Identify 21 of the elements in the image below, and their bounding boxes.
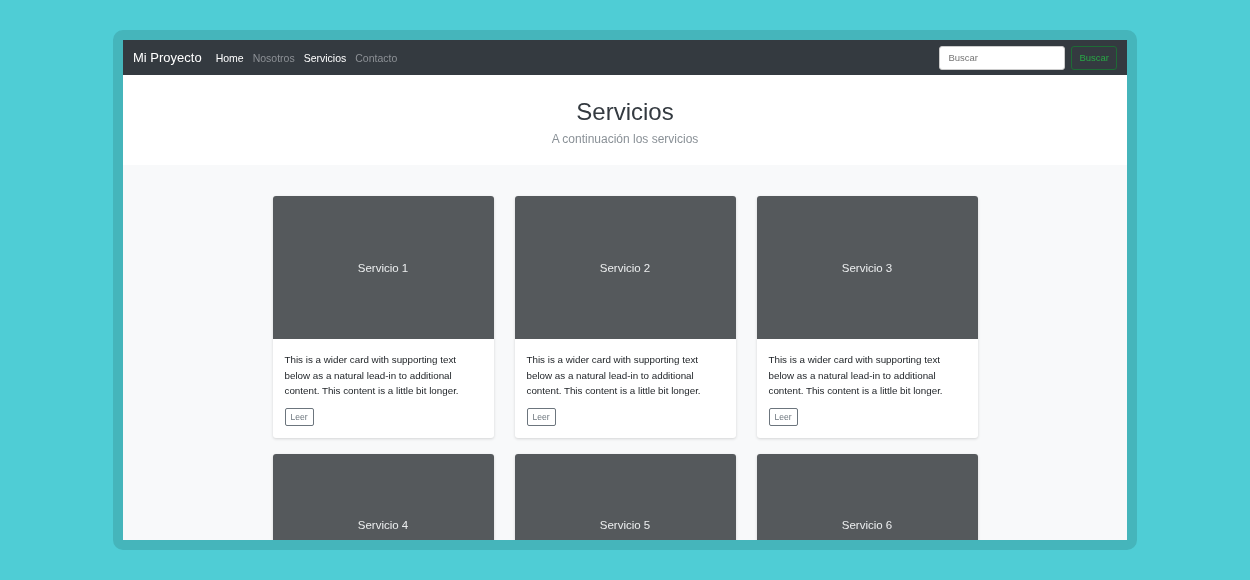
search-field[interactable]: Buscar [939,45,1066,70]
nav-link[interactable]: Home [215,51,244,64]
page-subtitle: A continuación los servicios [551,132,699,146]
image-label: Servicio 5 [599,519,651,531]
page-title: Servicios [576,98,674,126]
read-button[interactable]: Leer [284,407,314,426]
nav-link[interactable]: Contacto [355,51,398,64]
card-text: This is a wider card with supporting text below as a natural lead-in to additional content. This content is a little bit longer. [526,353,702,398]
card-text: This is a wider card with supporting text below as a natural lead-in to additional content. This content is a little bit longer. [768,353,944,398]
nav-link[interactable]: Nosotros [252,51,295,64]
image-label: Servicio 4 [357,519,409,531]
image-label: Servicio 3 [841,261,893,274]
read-button[interactable]: Leer [526,407,556,426]
image-label: Servicio 6 [841,519,893,531]
nav-link[interactable]: Servicios [303,51,347,64]
search-button[interactable]: Buscar [1071,45,1117,70]
image-label: Servicio 2 [599,261,651,274]
card-text: This is a wider card with supporting text below as a natural lead-in to additional content. This content is a little bit longer. [284,353,460,398]
image-label: Servicio 1 [357,261,409,274]
read-button[interactable]: Leer [768,407,798,426]
brand-link[interactable]: Mi Proyecto [133,50,202,65]
